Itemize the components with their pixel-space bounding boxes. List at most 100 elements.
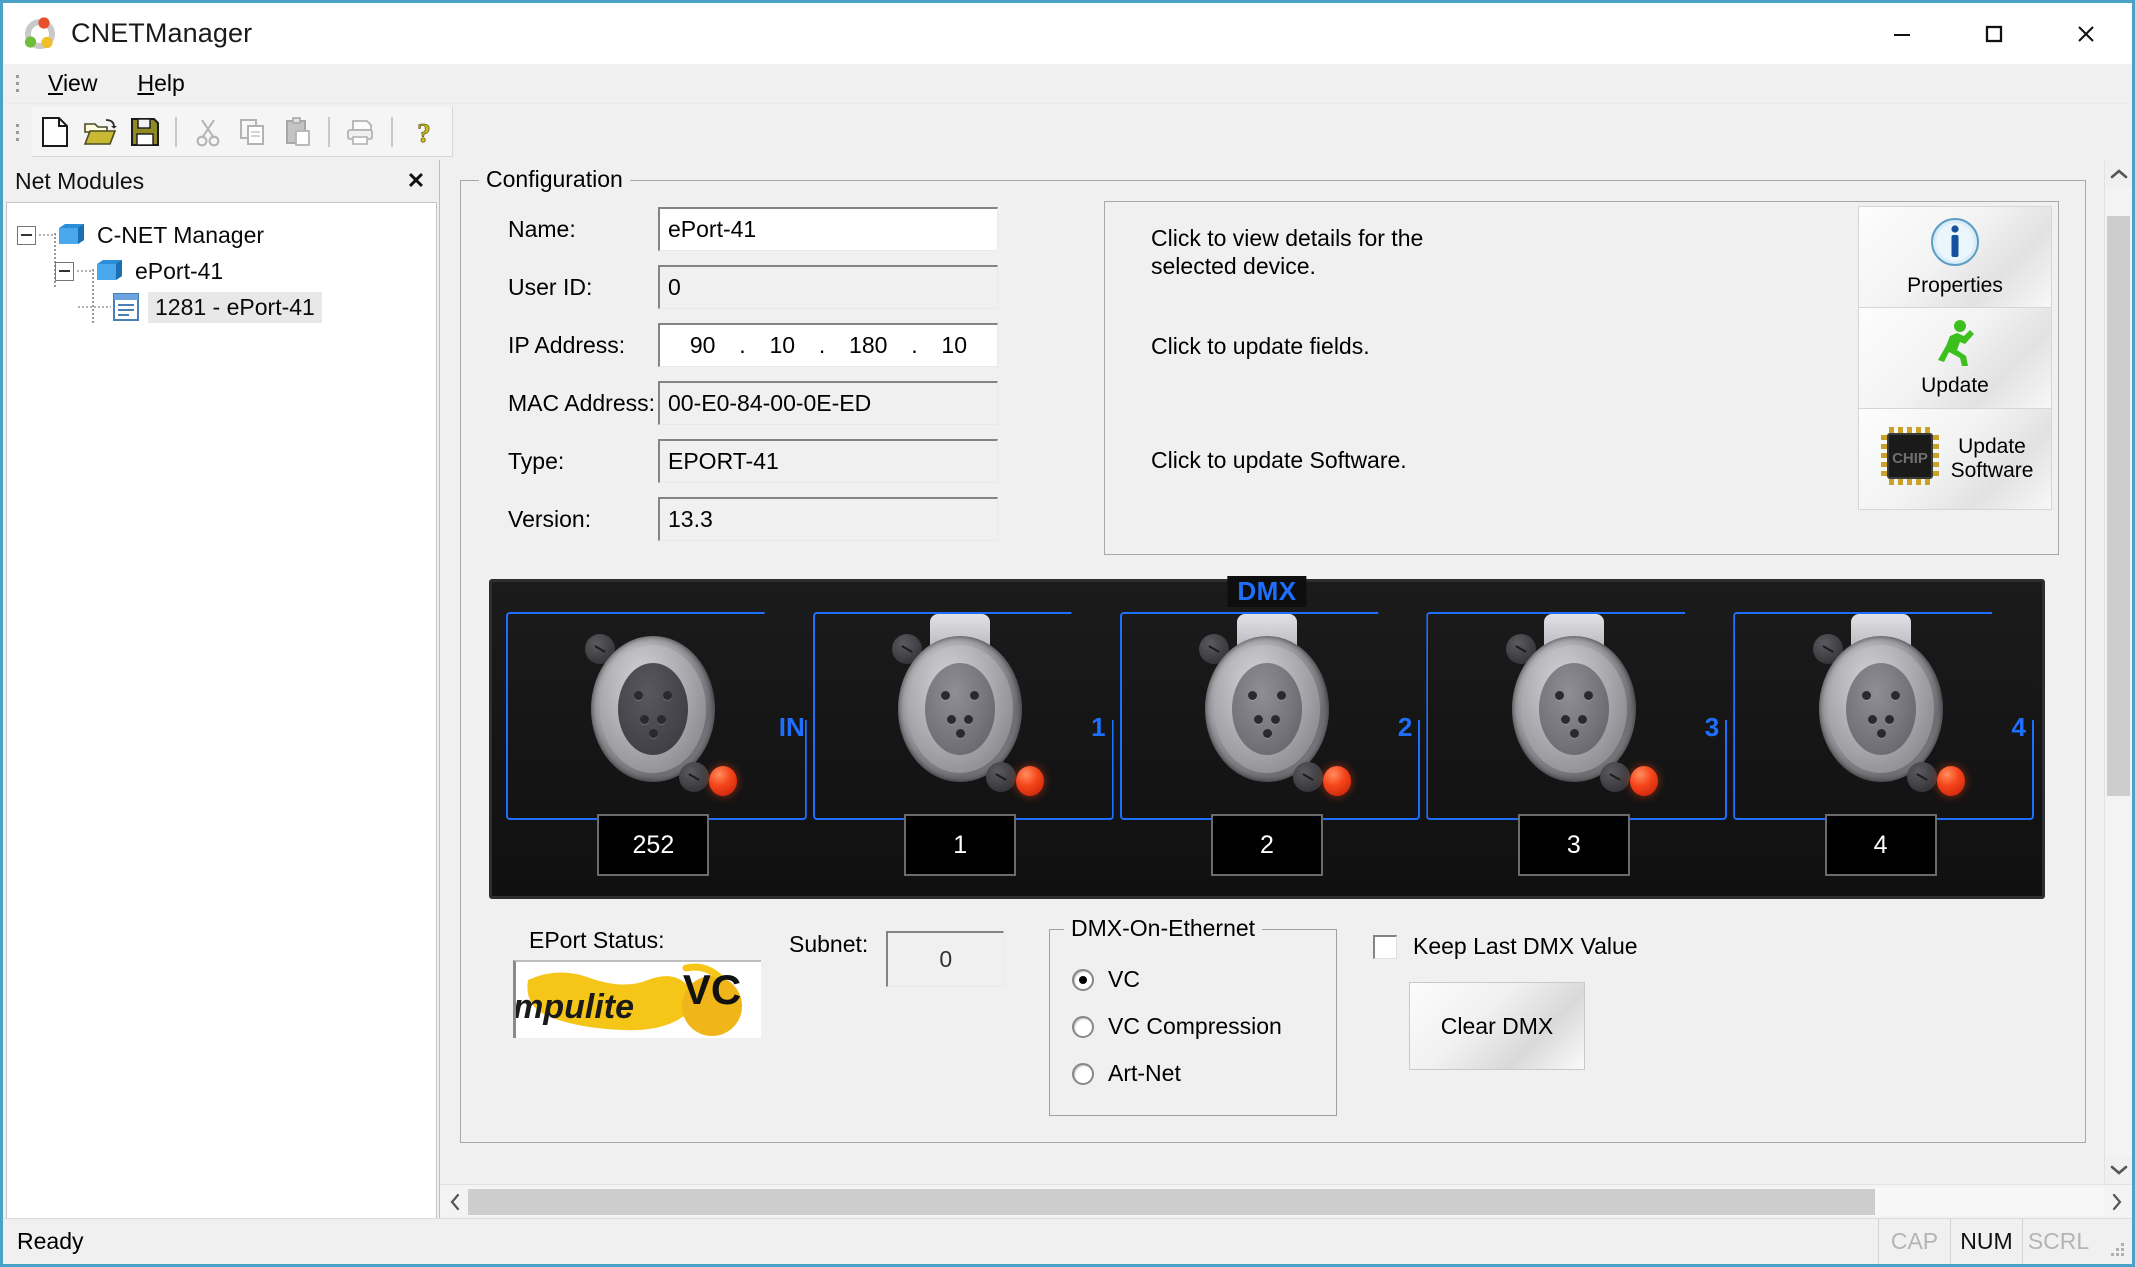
keep-last-dmx-label: Keep Last DMX Value [1413, 933, 1638, 959]
radio-row-vc-compression[interactable]: VC Compression [1072, 1003, 1336, 1050]
xlr-face [1845, 663, 1916, 755]
ip-octet-3[interactable]: 180 [849, 332, 887, 359]
radio-art-net[interactable] [1072, 1062, 1094, 1085]
radio-vc-compression[interactable] [1072, 1015, 1094, 1038]
radio-vc[interactable] [1072, 968, 1094, 991]
dmx-port-3[interactable]: 3 [1420, 608, 1728, 838]
chip-icon: CHIP [1877, 423, 1943, 495]
scroll-left-icon[interactable] [442, 1193, 468, 1211]
ip-address-input[interactable]: 90 . 10 . 180 . 10 [658, 323, 998, 367]
client-area: Configuration Name: ePort-41 User ID: 0 … [440, 160, 2132, 1218]
tree-item-1281-eport-41[interactable]: 1281 - ePort-41 [17, 289, 436, 325]
ip-octet-2[interactable]: 10 [769, 332, 795, 359]
name-label: Name: [508, 215, 576, 242]
update-button[interactable]: Update [1858, 307, 2052, 409]
tree-item-cnet-manager[interactable]: C-NET Manager [17, 217, 436, 253]
menu-item-help[interactable]: HHelpelp [121, 68, 200, 99]
help-question-icon[interactable]: ? [401, 110, 446, 154]
dmx-value-1[interactable]: 1 [904, 814, 1017, 876]
ip-separator: . [911, 332, 918, 358]
properties-button[interactable]: Properties [1858, 206, 2052, 308]
menu-drag-handle[interactable] [12, 71, 23, 97]
paste-clipboard-icon [275, 110, 320, 154]
cut-scissors-icon [185, 110, 230, 154]
dmx-port-label: 1 [1091, 712, 1106, 742]
minimize-button[interactable] [1856, 3, 1948, 64]
window-controls [1856, 3, 2132, 64]
dmx-panel-title: DMX [1227, 576, 1307, 607]
radio-row-vc[interactable]: VC [1072, 956, 1336, 1003]
cnet-logo-icon [23, 16, 57, 51]
net-modules-title: Net Modules [15, 167, 145, 194]
expander-icon[interactable] [55, 261, 74, 281]
toolbar-drag-handle[interactable] [12, 119, 23, 145]
update-software-hint-text: Click to update Software. [1151, 447, 1407, 473]
xlr-connector-4[interactable] [1812, 614, 1965, 796]
dmx-port-in[interactable]: IN [500, 608, 807, 838]
vertical-scroll-thumb[interactable] [2107, 216, 2130, 796]
horizontal-scroll-track[interactable] [468, 1187, 2104, 1216]
keep-last-dmx-checkbox[interactable] [1373, 934, 1397, 959]
dmx-value-in[interactable]: 252 [597, 814, 710, 876]
dmx-port-4[interactable]: 4 [1727, 608, 2034, 838]
xlr-connector-in[interactable] [585, 634, 738, 796]
new-file-icon[interactable] [32, 110, 77, 154]
horizontal-scrollbar[interactable] [440, 1184, 2132, 1218]
clear-dmx-button[interactable]: Clear DMX [1409, 982, 1585, 1070]
scroll-up-icon[interactable] [2105, 160, 2132, 188]
user-id-input[interactable]: 0 [658, 265, 998, 309]
horizontal-scroll-thumb[interactable] [468, 1188, 1875, 1215]
screw-icon [679, 762, 710, 792]
dmx-port-2[interactable]: 2 [1114, 608, 1421, 838]
info-circle-icon [1929, 216, 1981, 274]
svg-text:VC: VC [683, 966, 741, 1013]
update-software-button[interactable]: CHIP Update Software [1858, 408, 2052, 510]
properties-hint: Click to view details for the selected d… [1151, 224, 1858, 324]
maximize-button[interactable] [1948, 3, 2040, 64]
field-row-mac-address: MAC Address: 00-E0-84-00-0E-ED [483, 381, 1068, 425]
subnet-input[interactable]: 0 [886, 931, 1005, 987]
module-tree[interactable]: C-NET Manager ePort-41 1281 - ePort-41 [6, 202, 437, 1218]
resize-grip-icon[interactable] [2094, 1219, 2132, 1264]
xlr-face [1231, 663, 1302, 755]
radio-vc-compression-label: VC Compression [1108, 1013, 1282, 1039]
ip-octet-4[interactable]: 10 [941, 332, 967, 359]
tree-item-eport-41[interactable]: ePort-41 [17, 253, 436, 289]
dmx-port-label: 2 [1397, 712, 1413, 742]
net-modules-panel: Net Modules ✕ C-NET Manager ePort-41 128… [3, 160, 440, 1218]
menu-item-view[interactable]: VViewiew [32, 68, 113, 99]
close-icon[interactable]: ✕ [399, 166, 433, 196]
type-input: EPORT-41 [658, 439, 998, 483]
dmx-value-4[interactable]: 4 [1824, 814, 1937, 876]
keep-last-dmx-row[interactable]: Keep Last DMX Value [1373, 933, 2063, 960]
save-disk-icon[interactable] [122, 110, 167, 154]
scroll-down-icon[interactable] [2105, 1156, 2132, 1184]
dmx-value-2[interactable]: 2 [1210, 814, 1323, 876]
user-id-label: User ID: [508, 273, 593, 300]
subnet-label: Subnet: [789, 931, 869, 957]
ip-octet-1[interactable]: 90 [690, 332, 716, 359]
toolbar-separator [328, 116, 330, 147]
scroll-right-icon[interactable] [2104, 1193, 2130, 1211]
ip-address-label: IP Address: [508, 331, 626, 358]
xlr-connector-2[interactable] [1198, 614, 1351, 796]
status-indicator-scrl: SCRL [2022, 1219, 2094, 1264]
vertical-scroll-track[interactable] [2105, 188, 2132, 1156]
dmx-value-row: 252 1 2 3 4 [500, 814, 2034, 880]
radio-row-art-net[interactable]: Art-Net [1072, 1050, 1336, 1097]
properties-hint-line1: Click to view details for the [1151, 225, 1424, 251]
expander-icon[interactable] [17, 225, 36, 245]
close-button[interactable] [2040, 3, 2132, 64]
dmx-value-3[interactable]: 3 [1517, 814, 1630, 876]
name-input[interactable]: ePort-41 [658, 207, 998, 251]
vertical-scrollbar[interactable] [2104, 160, 2132, 1184]
radio-vc-label: VC [1108, 966, 1140, 992]
status-indicator-num: NUM [1950, 1219, 2022, 1264]
radio-art-net-label: Art-Net [1108, 1060, 1181, 1086]
port-led-icon [1629, 766, 1658, 796]
open-folder-icon[interactable] [77, 110, 122, 154]
dmx-port-1[interactable]: 1 [807, 608, 1114, 838]
xlr-connector-1[interactable] [892, 614, 1045, 796]
xlr-connector-3[interactable] [1505, 614, 1658, 796]
configuration-legend: Configuration [479, 166, 630, 193]
